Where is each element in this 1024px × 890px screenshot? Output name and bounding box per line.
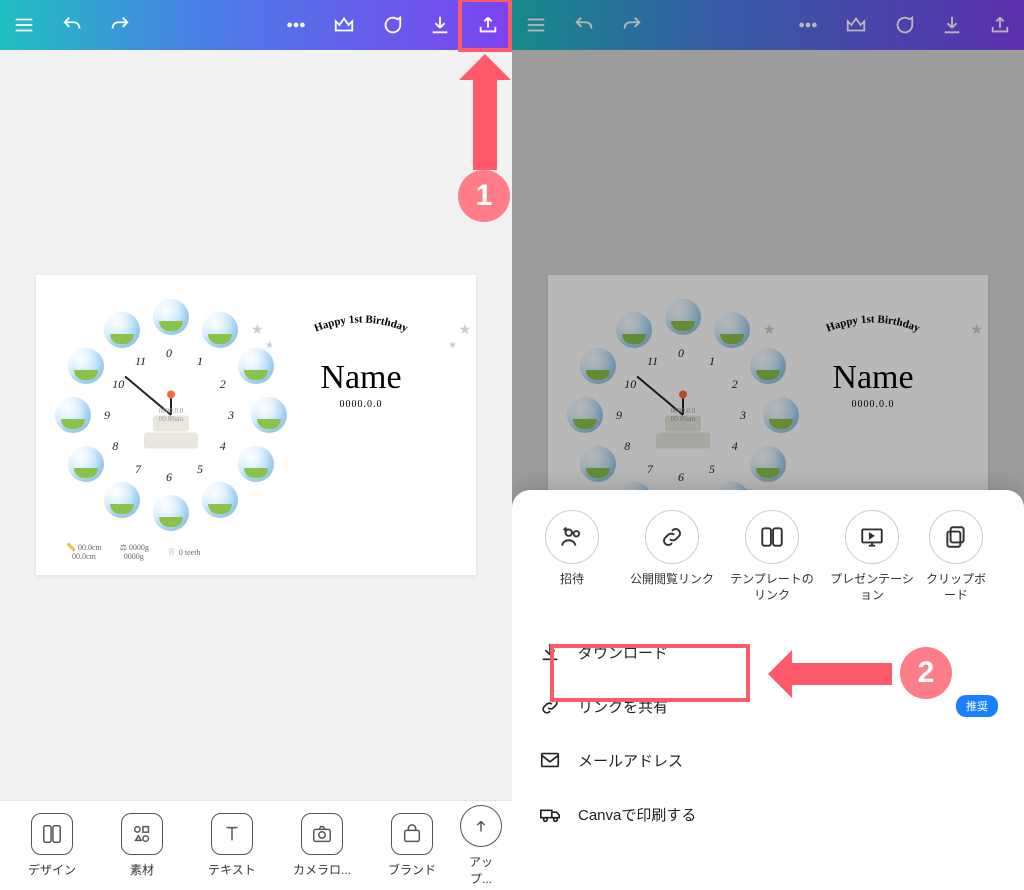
- crown-icon[interactable]: [328, 9, 360, 41]
- name-text: Name: [281, 359, 441, 397]
- action-public-link[interactable]: 公開閲覧リンク: [626, 510, 718, 603]
- action-clipboard[interactable]: クリップボード: [926, 510, 986, 603]
- recommended-badge: 推奨: [956, 695, 998, 717]
- nav-camera-roll[interactable]: カメラロ...: [280, 813, 364, 878]
- comment-icon[interactable]: [376, 9, 408, 41]
- more-icon[interactable]: [792, 9, 824, 41]
- menu-icon[interactable]: [8, 9, 40, 41]
- nav-upload[interactable]: アップ...: [460, 805, 502, 887]
- more-icon[interactable]: [280, 9, 312, 41]
- action-template-link[interactable]: テンプレートのリンク: [726, 510, 818, 603]
- share-actions-row: 招待 公開閲覧リンク テンプレートのリンク プレゼンテーション クリップボード: [512, 510, 1024, 603]
- screen-left: 0000.0.000:00am 01234567891011 ★ ★ ★ ★ H…: [0, 0, 512, 890]
- topbar: [512, 0, 1024, 50]
- list-share-link[interactable]: リンクを共有 推奨: [512, 679, 1024, 733]
- date-text: 0000.0.0: [281, 399, 441, 410]
- bottom-nav: デザイン 素材 テキスト カメラロ... ブランド アップ...: [0, 800, 512, 890]
- share-icon[interactable]: [472, 9, 504, 41]
- list-email[interactable]: メールアドレス: [512, 733, 1024, 787]
- link-icon: [538, 695, 562, 717]
- nav-brand[interactable]: ブランド: [370, 813, 454, 878]
- topbar: [0, 0, 512, 50]
- design-card[interactable]: 0000.0.000:00am 01234567891011 ★ ★ ★ ★ H…: [36, 275, 476, 575]
- undo-icon[interactable]: [568, 9, 600, 41]
- svg-text:Happy 1st Birthday: Happy 1st Birthday: [825, 313, 922, 334]
- redo-icon[interactable]: [104, 9, 136, 41]
- screen-right: 0000.0.000:00am 01234567891011 ★ ★ Happy…: [512, 0, 1024, 890]
- nav-elements[interactable]: 素材: [100, 813, 184, 878]
- crown-icon[interactable]: [840, 9, 872, 41]
- download-icon[interactable]: [936, 9, 968, 41]
- undo-icon[interactable]: [56, 9, 88, 41]
- action-presentation[interactable]: プレゼンテーション: [826, 510, 918, 603]
- share-icon[interactable]: [984, 9, 1016, 41]
- nav-text[interactable]: テキスト: [190, 813, 274, 878]
- canvas-area[interactable]: 0000.0.000:00am 01234567891011 ★ ★ ★ ★ H…: [0, 50, 512, 800]
- truck-icon: [538, 803, 562, 825]
- action-invite[interactable]: 招待: [526, 510, 618, 603]
- photo-clock: 0000.0.000:00am 01234567891011: [61, 305, 281, 525]
- list-download[interactable]: ダウンロード: [512, 625, 1024, 679]
- list-print[interactable]: Canvaで印刷する: [512, 787, 1024, 841]
- share-sheet: 招待 公開閲覧リンク テンプレートのリンク プレゼンテーション クリップボード …: [512, 490, 1024, 890]
- email-icon: [538, 749, 562, 771]
- comment-icon[interactable]: [888, 9, 920, 41]
- download-icon[interactable]: [424, 9, 456, 41]
- footer-measures: 📏 00.0cm 00.0cm ⚖ 0000g 0000g 🦷 0 teeth: [66, 543, 200, 561]
- redo-icon[interactable]: [616, 9, 648, 41]
- download-icon: [538, 641, 562, 663]
- menu-icon[interactable]: [520, 9, 552, 41]
- share-list: ダウンロード リンクを共有 推奨 メールアドレス Canvaで印刷する: [512, 625, 1024, 841]
- nav-design[interactable]: デザイン: [10, 813, 94, 878]
- title-block: ★ ★ ★ ★ Happy 1st Birthday Name 0000.0.0: [281, 310, 441, 410]
- svg-text:Happy 1st Birthday: Happy 1st Birthday: [313, 313, 410, 334]
